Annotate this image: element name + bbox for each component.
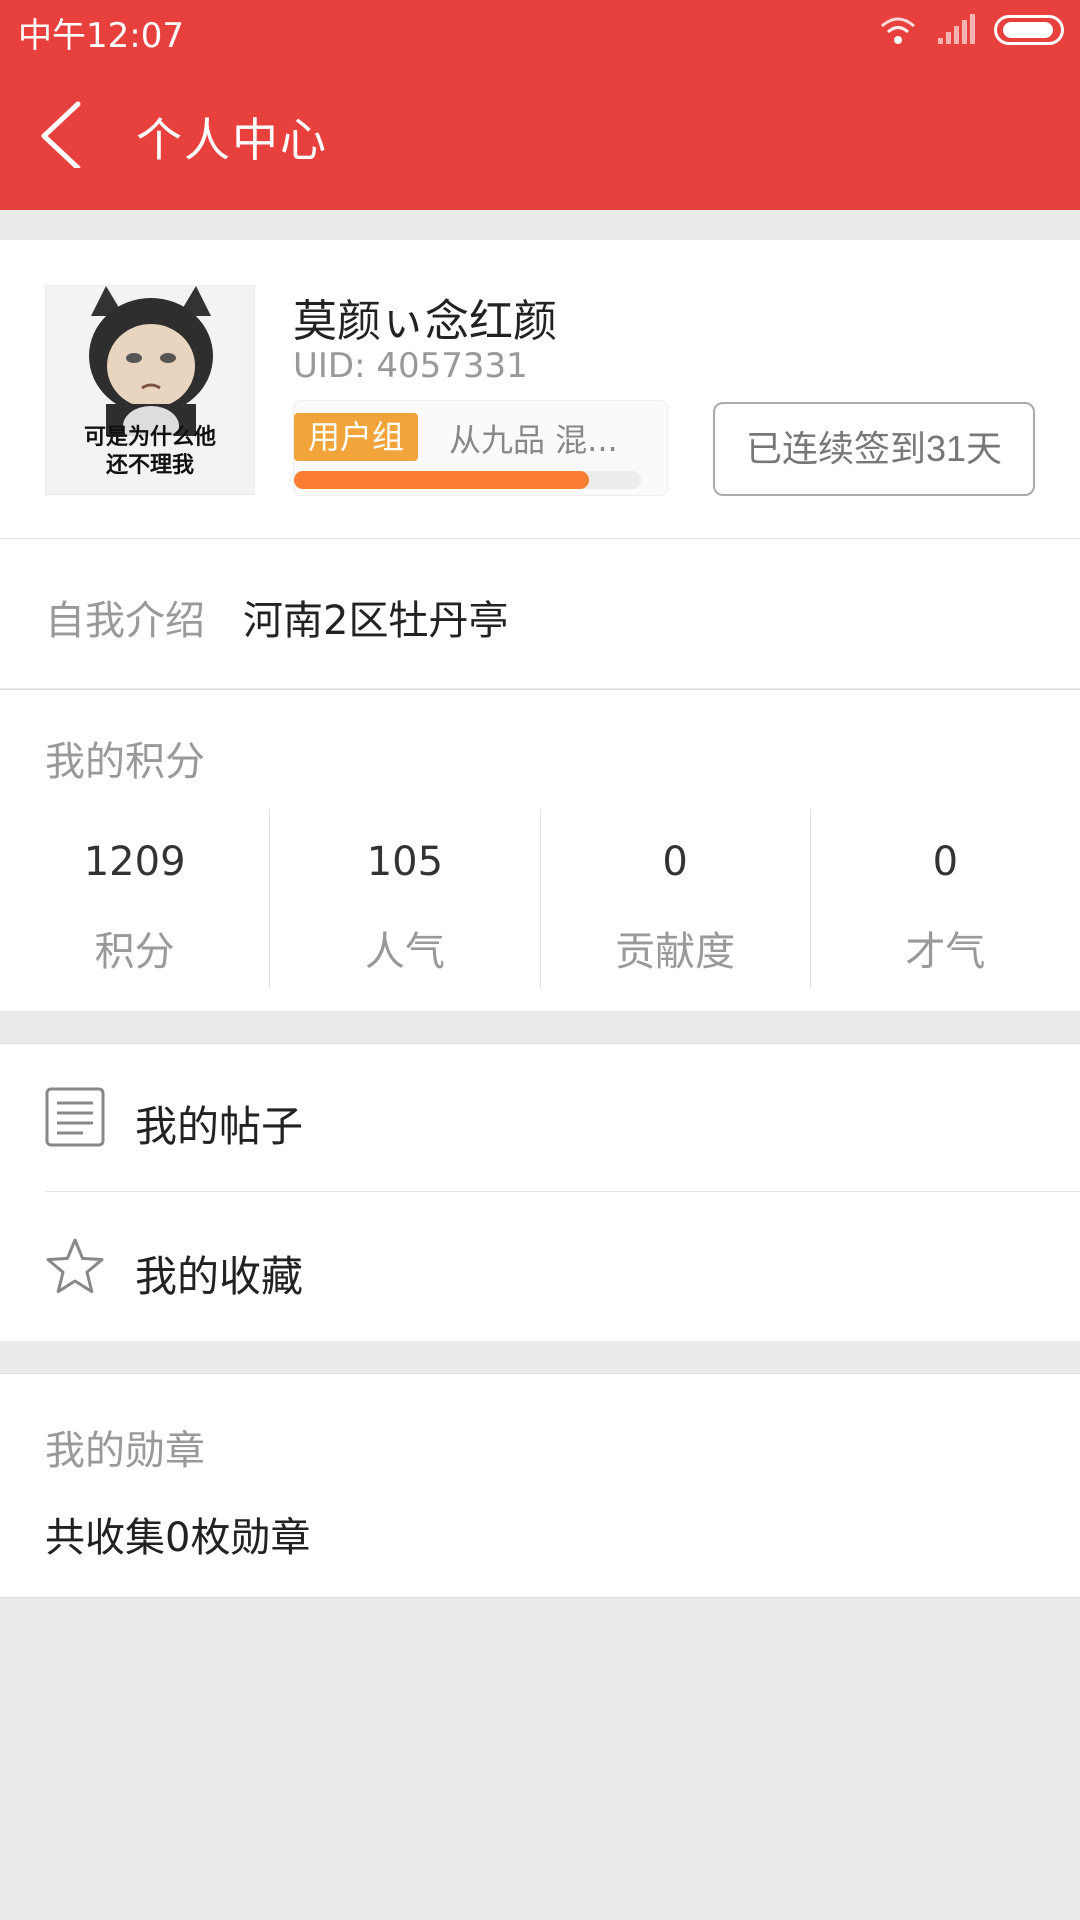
status-icons xyxy=(878,14,1064,46)
star-icon xyxy=(46,1238,104,1294)
intro-label: 自我介绍 xyxy=(45,598,205,644)
wifi-icon xyxy=(881,17,915,44)
avatar-illustration-icon xyxy=(89,286,213,446)
intro-value: 河南2区牡丹亭 xyxy=(243,598,509,644)
stat-talent[interactable]: 0 才气 xyxy=(811,809,1080,989)
divider xyxy=(0,1373,1080,1374)
stat-label: 才气 xyxy=(905,929,986,975)
avatar[interactable]: 可是为什么他 还不理我 xyxy=(45,285,255,495)
app-bar: 个人中心 xyxy=(0,62,1080,210)
stat-popularity[interactable]: 105 人气 xyxy=(270,809,541,989)
divider xyxy=(45,1191,1080,1192)
menu-item-label: 我的帖子 xyxy=(135,1102,304,1151)
stat-label: 积分 xyxy=(94,929,175,975)
stat-contribution[interactable]: 0 贡献度 xyxy=(541,809,811,989)
user-group-badge: 用户组 xyxy=(294,413,419,461)
user-group-box[interactable]: 用户组 从九品 混... xyxy=(293,400,668,496)
status-bar: 中午12:07 xyxy=(0,0,1080,62)
stat-label: 贡献度 xyxy=(615,929,736,975)
page-title: 个人中心 xyxy=(136,113,328,167)
document-icon xyxy=(45,1087,105,1147)
user-id: UID: 4057331 xyxy=(293,346,528,386)
points-title: 我的积分 xyxy=(45,739,205,785)
stat-points[interactable]: 1209 积分 xyxy=(0,809,271,989)
medals-title: 我的勋章 xyxy=(45,1428,205,1474)
stat-label: 人气 xyxy=(364,929,445,975)
points-stats: 1209 积分 105 人气 0 贡献度 0 才气 xyxy=(0,809,1080,989)
level-progress-fill xyxy=(294,471,589,489)
stat-value: 1209 xyxy=(83,839,186,885)
stat-value: 0 xyxy=(662,839,688,885)
divider xyxy=(0,689,1080,690)
battery-icon xyxy=(994,15,1064,45)
back-arrow-icon[interactable] xyxy=(36,98,106,168)
signal-icon xyxy=(938,14,975,44)
stat-value: 0 xyxy=(932,839,959,885)
intro-section[interactable]: 自我介绍 河南2区牡丹亭 xyxy=(0,538,1080,688)
divider xyxy=(0,538,1080,539)
user-group-level: 从九品 混... xyxy=(449,421,618,459)
status-time: 中午12:07 xyxy=(18,16,184,56)
stat-value: 105 xyxy=(366,839,444,885)
menu-item-my-posts[interactable]: 我的帖子 xyxy=(0,1043,1080,1192)
checkin-button[interactable]: 已连续签到31天 xyxy=(713,402,1035,496)
points-section: 我的积分 1209 积分 105 人气 0 贡献度 0 才气 xyxy=(0,689,1080,1011)
menu-section: 我的帖子 我的收藏 xyxy=(0,1043,1080,1341)
medals-section: 我的勋章 共收集0枚勋章 xyxy=(0,1373,1080,1598)
divider xyxy=(0,1597,1080,1598)
medals-count: 共收集0枚勋章 xyxy=(45,1515,311,1561)
menu-item-label: 我的收藏 xyxy=(135,1252,304,1301)
avatar-caption: 可是为什么他 还不理我 xyxy=(83,425,216,478)
profile-card: 可是为什么他 还不理我 莫颜ぃ念红颜 UID: 4057331 用户组 从九品 … xyxy=(0,240,1080,538)
level-progress-bar xyxy=(294,471,641,489)
username: 莫颜ぃ念红颜 xyxy=(293,296,557,347)
menu-item-my-favorites[interactable]: 我的收藏 xyxy=(0,1193,1080,1341)
